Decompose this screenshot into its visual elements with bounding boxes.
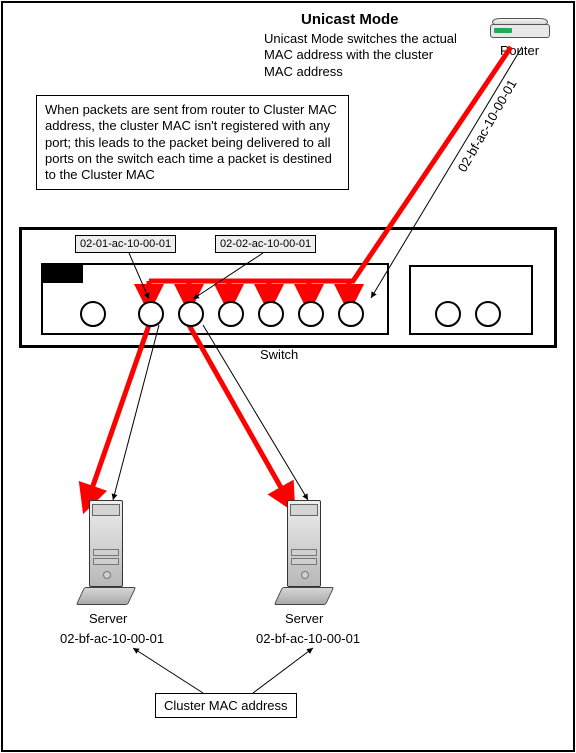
server-icon (80, 500, 130, 605)
switch-port (475, 301, 501, 327)
port-mac-tag-1: 02-01-ac-10-00-01 (75, 235, 176, 253)
server1-mac: 02-bf-ac-10-00-01 (60, 631, 164, 646)
diagram-frame: Unicast Mode Unicast Mode switches the a… (1, 1, 575, 752)
switch-port (218, 301, 244, 327)
switch-port (435, 301, 461, 327)
switch-port (338, 301, 364, 327)
server1-label: Server (89, 611, 127, 626)
cluster-mac-box: Cluster MAC address (155, 693, 297, 718)
switch-port (80, 301, 106, 327)
incoming-mac-label: 02-bf-ac-10-00-01 (455, 77, 520, 175)
switch-port (138, 301, 164, 327)
switch-port (298, 301, 324, 327)
server2-label: Server (285, 611, 323, 626)
subtitle: Unicast Mode switches the actual MAC add… (264, 31, 464, 80)
switch-module-right (409, 265, 533, 335)
port-mac-tag-2: 02-02-ac-10-00-01 (215, 235, 316, 253)
router-label: Router (500, 43, 539, 58)
switch-module-dark (43, 265, 83, 283)
title: Unicast Mode (301, 11, 399, 28)
callout-box: When packets are sent from router to Clu… (36, 95, 349, 190)
switch-port (258, 301, 284, 327)
server-icon (278, 500, 328, 605)
router-icon (490, 18, 550, 40)
server2-mac: 02-bf-ac-10-00-01 (256, 631, 360, 646)
switch-label: Switch (260, 347, 298, 362)
switch-port (178, 301, 204, 327)
